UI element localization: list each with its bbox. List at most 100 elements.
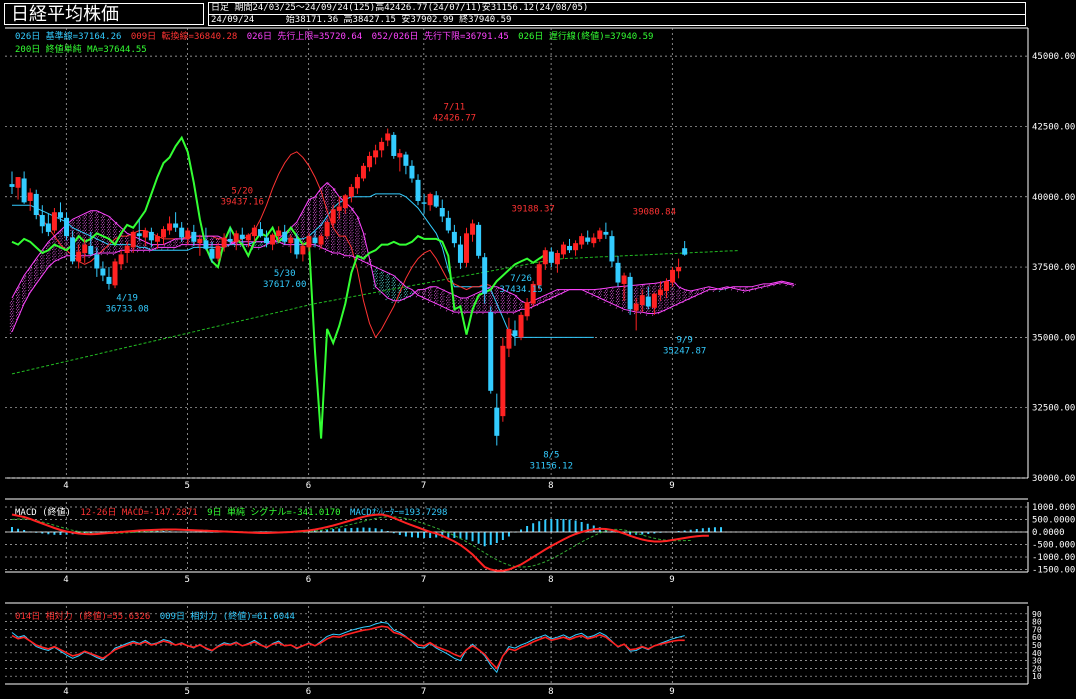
- cloud-hatch: [94, 212, 100, 219]
- cloud-hatch: [476, 305, 481, 311]
- cloud-hatch: [342, 218, 348, 225]
- cloud-hatch: [664, 302, 669, 309]
- candle-body: [330, 209, 336, 224]
- candle-body: [288, 237, 294, 244]
- cloud-hatch: [318, 206, 324, 213]
- cloud-hatch: [9, 318, 15, 324]
- cloud-hatch: [58, 248, 63, 255]
- cloud-hatch: [106, 225, 112, 232]
- cloud-hatch: [300, 217, 306, 224]
- cloud-hatch: [318, 199, 324, 206]
- cloud-hatch: [342, 248, 348, 255]
- macd-y-tick-label: 0.0000: [1032, 528, 1065, 538]
- cloud-hatch: [355, 228, 360, 234]
- candle-body: [433, 195, 439, 207]
- candle-body: [682, 248, 688, 255]
- cloud-hatch: [312, 220, 318, 227]
- cloud-hatch: [403, 291, 409, 297]
- candle-body: [379, 141, 385, 151]
- cloud-hatch: [391, 290, 397, 297]
- cloud-hatch: [21, 286, 27, 293]
- cloud-hatch: [385, 287, 391, 294]
- candle-body: [342, 195, 348, 208]
- cloud-hatch: [658, 301, 663, 308]
- cloud-hatch: [300, 227, 306, 234]
- cloud-hatch: [58, 251, 63, 258]
- candle-body: [251, 227, 257, 237]
- cloud-hatch: [391, 293, 397, 300]
- cloud-hatch: [300, 230, 306, 237]
- candle-body: [651, 293, 657, 308]
- candle-body: [167, 223, 173, 231]
- cloud-hatch: [15, 303, 21, 310]
- cloud-hatch: [615, 286, 621, 292]
- main-y-tick-label: 37500.00: [1032, 263, 1075, 273]
- candle-body: [500, 345, 506, 417]
- cloud-hatch: [464, 308, 469, 315]
- cloud-hatch: [27, 278, 33, 285]
- candle-body: [276, 230, 282, 237]
- cloud-hatch: [318, 213, 324, 220]
- cloud-hatch: [342, 228, 348, 235]
- cloud-hatch: [318, 210, 324, 216]
- candle-body: [585, 237, 591, 242]
- cloud-hatch: [9, 304, 15, 311]
- cloud-hatch: [100, 219, 106, 225]
- cloud-hatch: [15, 307, 21, 314]
- macd-y-tick-label: 500.0000: [1032, 516, 1075, 526]
- cloud-hatch: [494, 291, 500, 298]
- annotation-date: 7/26: [510, 274, 532, 284]
- annotation-value: 35247.87: [663, 346, 706, 356]
- rsi-month-label: 5: [185, 687, 190, 697]
- cloud-hatch: [500, 301, 506, 308]
- cloud-hatch: [464, 305, 469, 311]
- cloud-hatch: [500, 298, 506, 305]
- candle-body: [548, 251, 554, 263]
- cloud-hatch: [330, 232, 336, 239]
- cloud-hatch: [391, 276, 397, 283]
- cloud-hatch: [373, 269, 378, 276]
- candle-body: [312, 237, 318, 244]
- cloud-hatch: [39, 265, 45, 271]
- cloud-hatch: [379, 285, 384, 292]
- cloud-hatch: [100, 242, 106, 249]
- cloud-hatch: [88, 218, 94, 225]
- candle-body: [227, 238, 233, 242]
- candle-body: [567, 245, 573, 251]
- candle-body: [470, 223, 476, 235]
- rsi-month-label: 9: [669, 687, 674, 697]
- candle-body: [57, 212, 63, 218]
- cloud-hatch: [76, 218, 81, 225]
- candle-body: [282, 231, 288, 242]
- cloud-hatch: [342, 215, 348, 221]
- cloud-hatch: [112, 225, 118, 232]
- cloud-hatch: [361, 251, 366, 257]
- cloud-hatch: [21, 289, 27, 296]
- candle-body: [482, 257, 488, 294]
- cloud-hatch: [445, 298, 451, 305]
- cloud-hatch: [470, 298, 475, 305]
- cloud-hatch: [506, 308, 512, 315]
- cloud-hatch: [633, 291, 639, 298]
- candle-body: [609, 236, 615, 262]
- macd-line: [11, 513, 709, 572]
- candle-body: [148, 231, 154, 241]
- cloud-hatch: [658, 305, 663, 311]
- candle-body: [367, 155, 373, 168]
- cloud-hatch: [349, 238, 354, 245]
- candle-body: [142, 230, 148, 238]
- candle-body: [603, 231, 609, 235]
- cloud-hatch: [373, 273, 378, 279]
- cloud-hatch: [439, 299, 445, 306]
- candle-body: [573, 243, 579, 251]
- candle-body: [639, 295, 645, 306]
- candle-body: [264, 237, 270, 244]
- candle-body: [524, 302, 530, 317]
- candle-body: [512, 330, 518, 336]
- candle-body: [76, 251, 82, 262]
- candle-body: [494, 407, 500, 436]
- cloud-hatch: [106, 249, 112, 256]
- cloud-hatch: [391, 280, 397, 287]
- cloud-hatch: [21, 279, 27, 286]
- annotation-value: 37617.00: [263, 280, 306, 290]
